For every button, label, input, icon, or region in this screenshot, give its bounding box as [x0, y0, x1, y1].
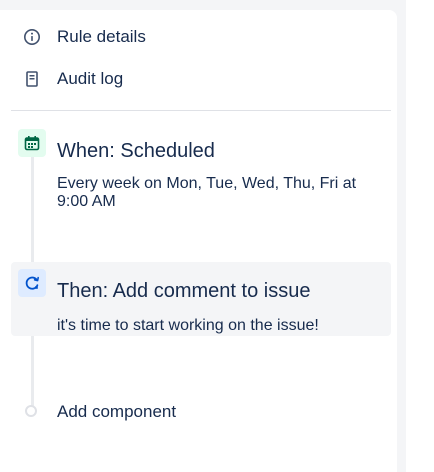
right-edge-strip — [406, 0, 434, 472]
rule-details-label: Rule details — [57, 27, 146, 46]
add-component-dot — [25, 405, 37, 417]
add-component-button[interactable]: Add component — [57, 402, 176, 422]
info-icon — [22, 27, 42, 47]
audit-log-label: Audit log — [57, 69, 124, 88]
document-icon — [22, 69, 42, 89]
audit-log-link[interactable]: Audit log — [22, 67, 123, 91]
rule-details-link[interactable]: Rule details — [22, 25, 146, 49]
trigger-description: Every week on Mon, Tue, Wed, Thu, Fri at… — [57, 175, 357, 210]
comment-refresh-icon — [18, 269, 46, 297]
calendar-icon — [18, 129, 46, 157]
trigger-title[interactable]: When: Scheduled — [57, 140, 215, 163]
divider — [11, 110, 391, 111]
action-description: it's time to start working on the issue! — [57, 317, 319, 334]
action-title: Then: Add comment to issue — [57, 280, 311, 302]
